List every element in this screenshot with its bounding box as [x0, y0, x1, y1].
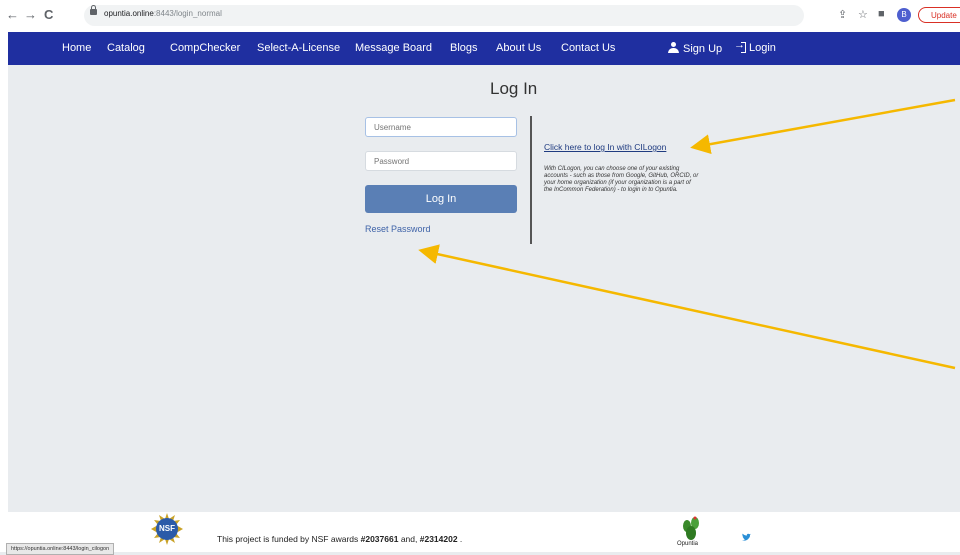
login-label: Login [749, 42, 776, 54]
lock-icon [90, 5, 97, 15]
signup-label: Sign Up [683, 43, 723, 55]
nav-about-us[interactable]: About Us [496, 42, 541, 54]
sidepanel-icon[interactable]: ■ [878, 8, 885, 20]
status-bar-url: https://opuntia.online:8443/login_cilogo… [6, 543, 115, 555]
annotation-arrow-cilogon [690, 98, 956, 155]
cilogon-link[interactable]: Click here to log In with CILogon [544, 142, 666, 152]
reload-icon[interactable]: C [44, 7, 53, 23]
reset-password-link[interactable]: Reset Password [365, 224, 431, 234]
share-icon[interactable]: ⇪ [838, 8, 847, 21]
nav-home[interactable]: Home [62, 42, 91, 54]
url-host: opuntia.online [104, 9, 154, 18]
nav-compchecker[interactable]: CompChecker [170, 42, 240, 54]
nav-contact-us[interactable]: Contact Us [561, 42, 615, 54]
nav-signup[interactable]: Sign Up [668, 42, 722, 55]
award-1: #2037661 [360, 534, 399, 544]
nav-catalog[interactable]: Catalog [107, 42, 145, 54]
password-input[interactable] [365, 151, 517, 171]
nav-select-a-license[interactable]: Select-A-License [257, 42, 340, 54]
site-navbar: Home Catalog CompChecker Select-A-Licens… [8, 32, 960, 65]
footer [0, 513, 960, 552]
annotation-arrow-reset [418, 244, 956, 370]
opuntia-name: Opuntia [677, 541, 699, 547]
back-icon[interactable]: ← [6, 7, 19, 23]
login-icon [734, 39, 746, 53]
profile-avatar[interactable]: B [897, 8, 911, 22]
nsf-logo: NSF [151, 513, 183, 545]
funding-text: This project is funded by NSF awards #20… [217, 534, 462, 544]
user-icon [668, 42, 679, 53]
url-path: :8443/login_normal [153, 9, 222, 18]
funding-mid: and, [398, 534, 420, 544]
funding-prefix: This project is funded by NSF awards [217, 534, 361, 544]
nav-login[interactable]: Login [734, 39, 776, 54]
browser-toolbar: ← → C opuntia.online:8443/login_normal ⇪… [0, 0, 960, 32]
update-button[interactable]: Update [918, 7, 960, 23]
twitter-icon[interactable] [741, 530, 751, 541]
nav-blogs[interactable]: Blogs [450, 42, 478, 54]
nsf-logo-text: NSF [159, 524, 175, 533]
nav-message-board[interactable]: Message Board [355, 42, 432, 54]
address-url[interactable]: opuntia.online:8443/login_normal [104, 9, 222, 18]
star-icon[interactable]: ☆ [858, 8, 868, 21]
username-input[interactable] [365, 117, 517, 137]
page-title: Log In [490, 79, 538, 98]
forward-icon[interactable]: → [24, 7, 37, 23]
annotation-arrows [418, 98, 956, 370]
left-edge [0, 32, 8, 552]
award-2: #2314202 [419, 534, 458, 544]
cilogon-description: With CILogon, you can choose one of your… [544, 166, 699, 193]
login-button[interactable]: Log In [365, 185, 517, 213]
funding-suffix: . [457, 534, 463, 544]
vertical-divider [530, 116, 532, 244]
